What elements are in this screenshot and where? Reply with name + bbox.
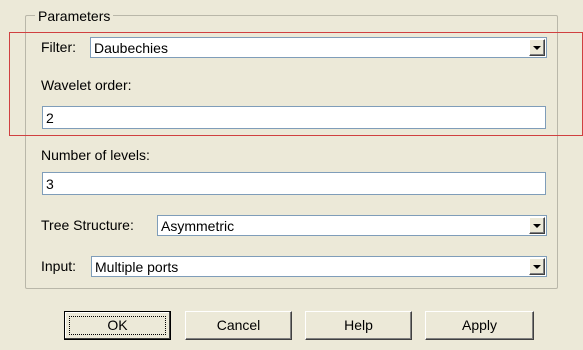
- ok-button[interactable]: OK: [64, 311, 171, 340]
- number-of-levels-label: Number of levels:: [41, 147, 150, 163]
- tree-structure-label: Tree Structure:: [41, 217, 134, 233]
- wavelet-order-value: 2: [46, 110, 54, 126]
- help-button-label: Help: [344, 317, 373, 333]
- chevron-down-icon[interactable]: [529, 39, 545, 56]
- filter-label: Filter:: [41, 39, 76, 55]
- chevron-down-icon[interactable]: [529, 217, 545, 234]
- ok-button-label: OK: [107, 317, 128, 333]
- apply-button-label: Apply: [461, 317, 498, 333]
- cancel-button[interactable]: Cancel: [185, 311, 292, 340]
- number-of-levels-field[interactable]: 3: [42, 172, 546, 195]
- input-dropdown[interactable]: Multiple ports: [91, 256, 547, 277]
- wavelet-order-field[interactable]: 2: [42, 106, 546, 129]
- filter-dropdown[interactable]: Daubechies: [90, 37, 547, 58]
- tree-structure-dropdown[interactable]: Asymmetric: [157, 215, 547, 236]
- apply-button[interactable]: Apply: [425, 311, 534, 340]
- help-button[interactable]: Help: [305, 311, 412, 340]
- input-label: Input:: [41, 258, 77, 274]
- wavelet-order-label: Wavelet order:: [41, 77, 132, 93]
- chevron-down-icon[interactable]: [529, 258, 545, 275]
- input-value: Multiple ports: [95, 259, 179, 275]
- number-of-levels-value: 3: [46, 176, 54, 192]
- parameters-title: Parameters: [35, 8, 114, 24]
- filter-value: Daubechies: [94, 40, 168, 56]
- tree-structure-value: Asymmetric: [161, 218, 235, 234]
- cancel-button-label: Cancel: [216, 317, 261, 333]
